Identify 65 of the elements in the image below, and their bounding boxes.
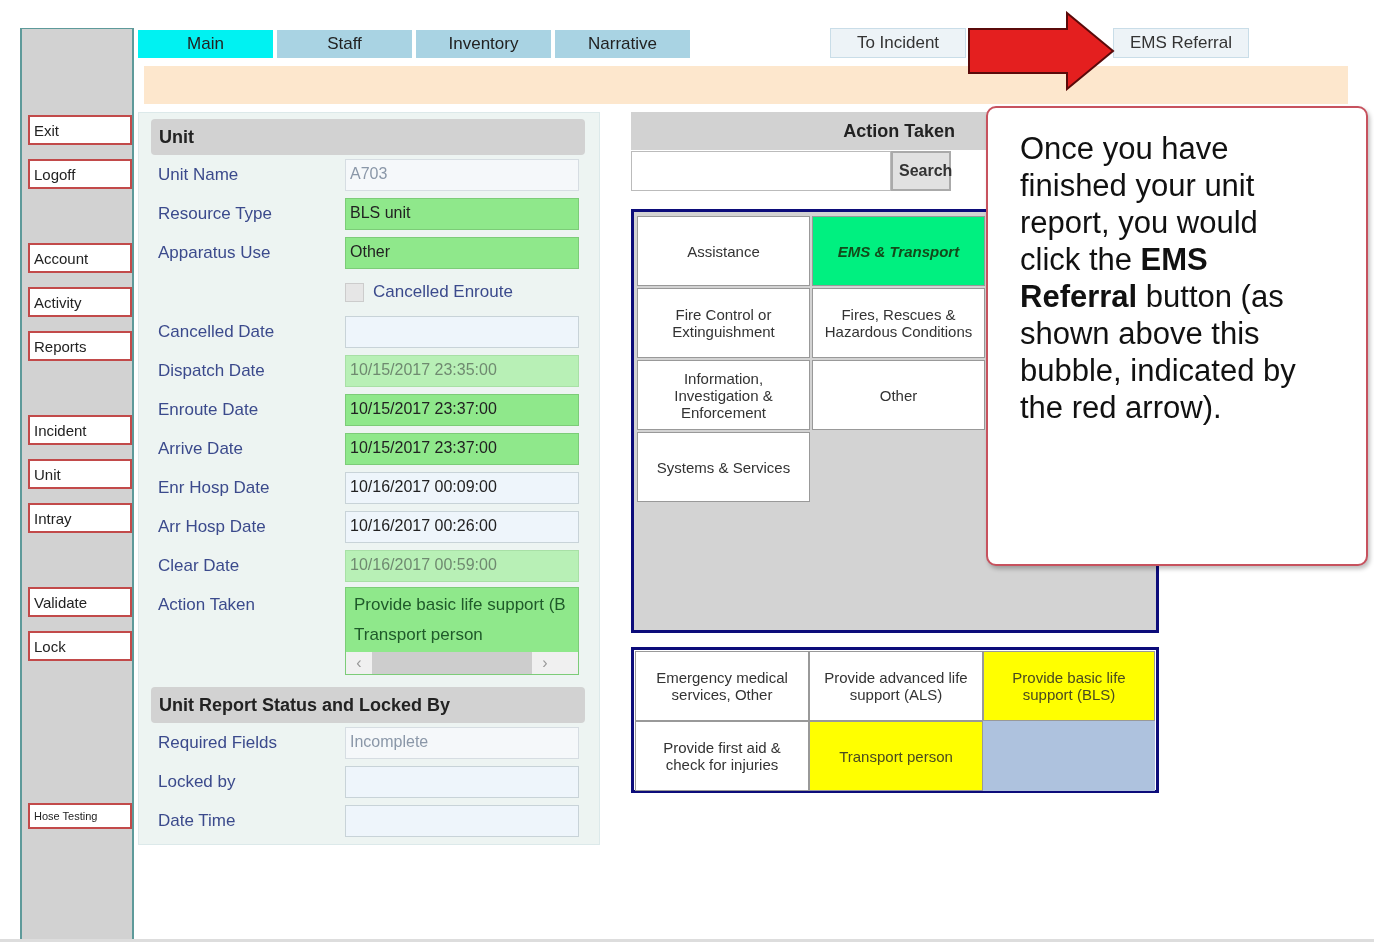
field-label: Locked by (157, 771, 237, 792)
sidebar-button[interactable]: Intray (28, 503, 132, 533)
sidebar-button[interactable]: Hose Testing (28, 803, 132, 829)
input-field[interactable]: 10/16/2017 00:09:00 (345, 471, 579, 504)
sidebar-button[interactable]: Incident (28, 415, 132, 445)
field-label: Required Fields (157, 732, 279, 753)
category-button[interactable]: Fires, Rescues & Hazardous Conditions (812, 288, 985, 358)
list-box[interactable]: Provide basic life support (B Transport person ‹ › (345, 587, 579, 675)
field-label: Clear Date (157, 555, 241, 576)
action-button[interactable]: Provide basic life support (BLS) (983, 651, 1155, 721)
category-button[interactable]: Systems & Services (637, 432, 810, 502)
arrow-icon (967, 11, 1115, 91)
input-field[interactable]: 10/16/2017 00:26:00 (345, 510, 579, 543)
category-button[interactable]: EMS & Transport (812, 216, 985, 286)
callout-text: Once you have finished your unit report, you would click the EMS Referral button (as shown above this bubble, indicated by the red arrow). (1020, 130, 1297, 426)
list-item[interactable]: Transport person (346, 622, 578, 652)
to-incident-button[interactable]: To Incident (830, 28, 966, 58)
field-label: Enroute Date (157, 399, 260, 420)
tab[interactable]: Inventory (416, 30, 551, 58)
sidebar-button[interactable]: Activity (28, 287, 132, 317)
field-label: Enr Hosp Date (157, 477, 271, 498)
input-field[interactable]: BLS unit (345, 197, 579, 230)
input-field[interactable] (345, 804, 579, 837)
field-label: Date Time (157, 810, 237, 831)
input-field[interactable]: Other (345, 236, 579, 269)
input-field[interactable] (345, 765, 579, 798)
action-button[interactable]: Provide first aid & check for injuries (635, 721, 809, 791)
section-header: Unit (151, 119, 585, 155)
field-label: Cancelled Date (157, 321, 276, 342)
search-field[interactable] (631, 151, 891, 191)
sidebar-button[interactable]: Reports (28, 331, 132, 361)
field-label: Apparatus Use (157, 242, 272, 263)
action-button[interactable]: Transport person (809, 721, 983, 791)
ems-referral-button[interactable]: EMS Referral (1113, 28, 1249, 58)
sidebar-button[interactable]: Validate (28, 587, 132, 617)
category-button[interactable]: Assistance (637, 216, 810, 286)
checkbox-label: Cancelled Enroute (373, 282, 513, 302)
category-button[interactable]: Fire Control or Extinguishment (637, 288, 810, 358)
tab[interactable]: Main (138, 30, 273, 58)
category-button[interactable]: Information, Investigation & Enforcement (637, 360, 810, 430)
field-label: Dispatch Date (157, 360, 266, 381)
list-item[interactable]: Provide basic life support (B (346, 592, 578, 622)
sidebar-button[interactable]: Logoff (28, 159, 132, 189)
search-button[interactable]: Search (891, 151, 951, 191)
field-label: Action Taken (157, 595, 257, 615)
section-title: Action Taken (843, 120, 955, 142)
field-label: Arr Hosp Date (157, 516, 267, 537)
field-label: Arrive Date (157, 438, 245, 459)
input-field[interactable] (345, 315, 579, 348)
input-field[interactable]: 10/15/2017 23:37:00 (345, 432, 579, 465)
scroll-thumb[interactable] (372, 652, 532, 674)
tab[interactable]: Staff (277, 30, 412, 58)
action-button[interactable]: Emergency medical services, Other (635, 651, 809, 721)
sidebar-button[interactable]: Unit (28, 459, 132, 489)
field-label: Unit Name (157, 164, 240, 185)
field-label: Resource Type (157, 203, 274, 224)
input-field[interactable]: 10/15/2017 23:37:00 (345, 393, 579, 426)
tab[interactable]: Narrative (555, 30, 690, 58)
action-button[interactable]: Provide advanced life support (ALS) (809, 651, 983, 721)
sidebar-button[interactable]: Exit (28, 115, 132, 145)
checkbox[interactable] (345, 282, 364, 302)
section-header: Unit Report Status and Locked By (151, 687, 585, 723)
sidebar-button[interactable]: Account (28, 243, 132, 273)
sidebar-button[interactable]: Lock (28, 631, 132, 661)
category-button[interactable]: Other (812, 360, 985, 430)
